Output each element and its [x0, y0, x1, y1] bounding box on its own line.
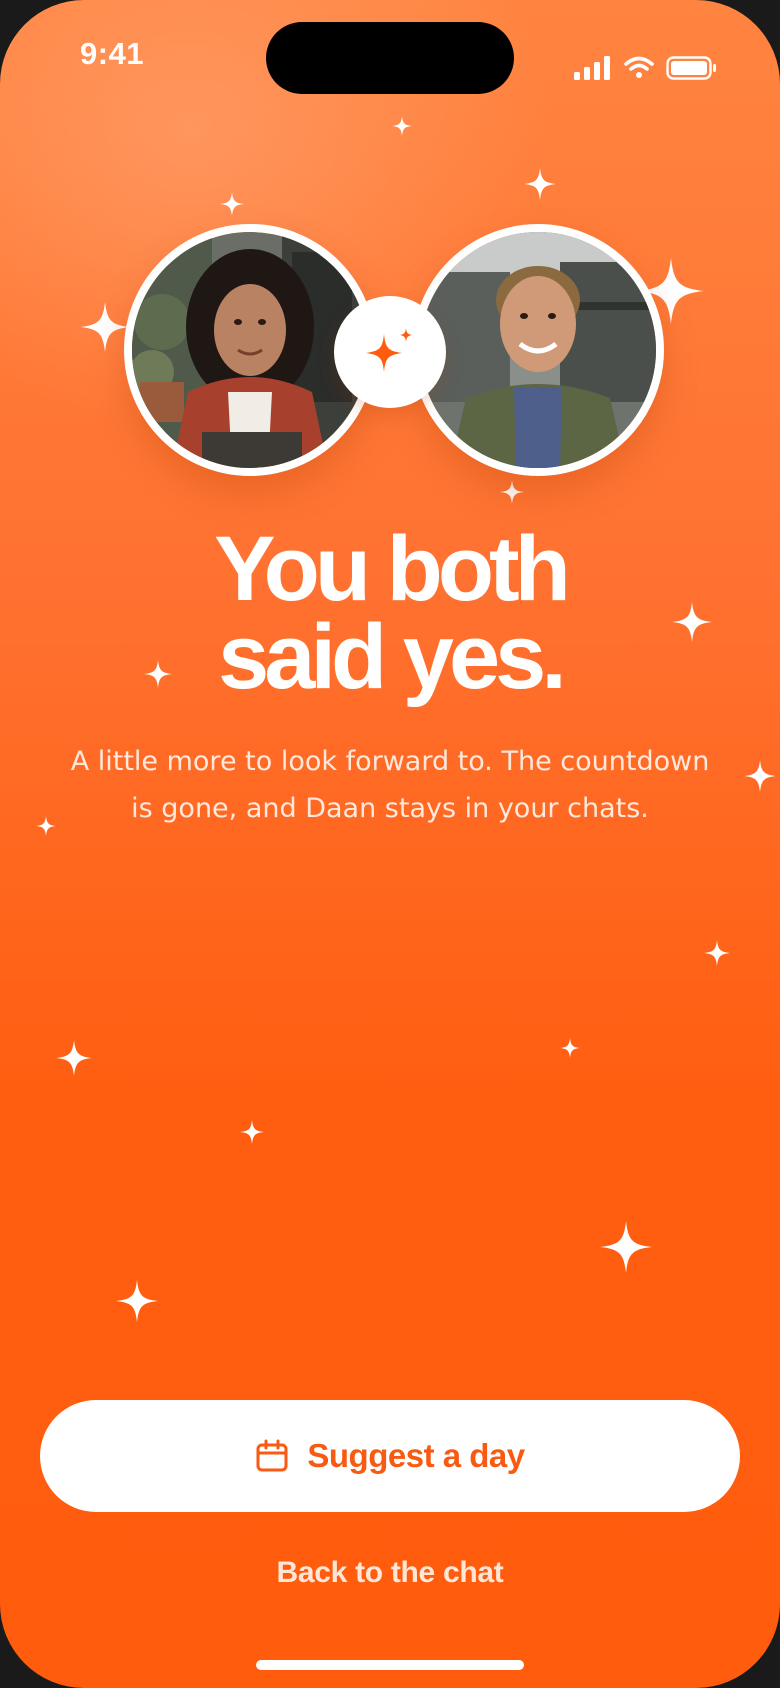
back-to-chat-link[interactable]: Back to the chat	[0, 1556, 780, 1590]
dynamic-island	[266, 22, 514, 94]
match-photo-right	[412, 224, 664, 476]
sparkle-icon	[500, 480, 524, 504]
sparkle-icon	[116, 1280, 158, 1322]
headline-line-2: said yes.	[218, 606, 567, 708]
sparkle-icon	[560, 1038, 580, 1058]
cellular-signal-icon	[574, 56, 612, 85]
sparkle-icon	[366, 328, 412, 372]
sparkle-icon	[392, 116, 412, 136]
home-indicator	[256, 1660, 524, 1670]
headline: You both said yes.	[0, 518, 780, 708]
sparkle-icon	[240, 1120, 264, 1144]
sparkle-icon	[56, 1040, 92, 1076]
person-photo-woman	[132, 232, 368, 468]
calendar-icon	[256, 1439, 288, 1472]
battery-icon	[666, 56, 718, 85]
sparkle-icon	[600, 1221, 652, 1273]
wifi-icon	[624, 56, 654, 85]
sparkle-icon	[80, 302, 130, 352]
sparkle-icon	[704, 940, 730, 966]
sparkle-icon	[524, 168, 556, 200]
match-screen: 9:41 You both said yes. A little more to…	[0, 0, 780, 1688]
status-time: 9:41	[80, 36, 145, 71]
suggest-a-day-button[interactable]: Suggest a day	[40, 1400, 740, 1512]
sparkle-icon	[744, 760, 776, 792]
status-icons	[574, 56, 718, 85]
headline-line-1: You both	[214, 518, 571, 620]
match-badge	[334, 296, 446, 408]
suggest-a-day-label: Suggest a day	[307, 1437, 525, 1474]
sparkle-icon	[36, 816, 56, 836]
person-photo-daan	[420, 232, 656, 468]
match-description: A little more to look forward to. The co…	[70, 746, 710, 824]
sparkle-icon	[220, 192, 244, 216]
